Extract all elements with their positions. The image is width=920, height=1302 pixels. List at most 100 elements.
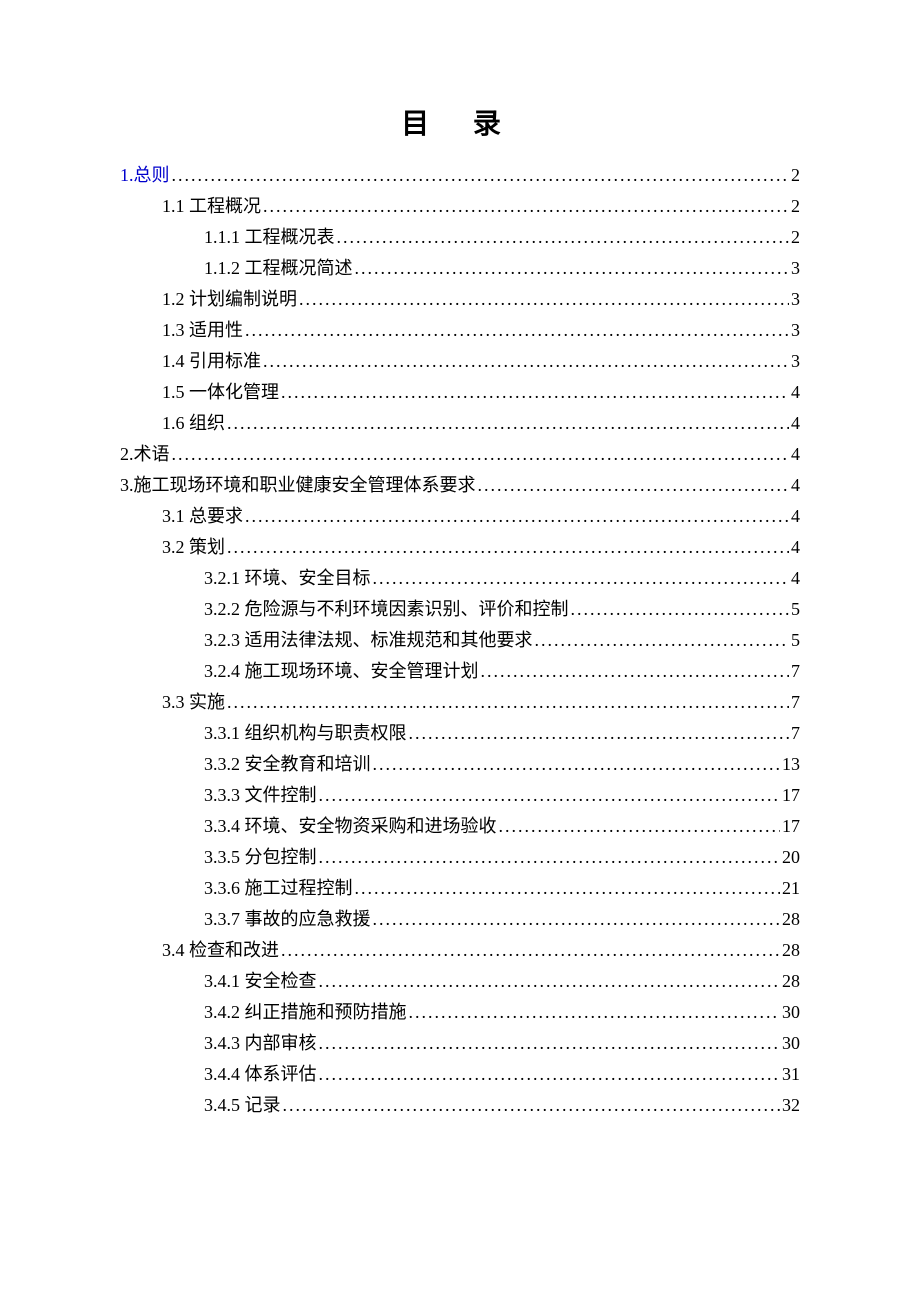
toc-entry-label: 3.4.5 记录: [204, 1096, 281, 1114]
toc-leader-dots: [245, 507, 789, 525]
toc-entry[interactable]: 3.4 检查和改进28: [120, 941, 800, 959]
toc-entry-page: 4: [791, 507, 800, 525]
toc-entry[interactable]: 1.1.2 工程概况简述3: [120, 259, 800, 277]
toc-entry[interactable]: 1.2 计划编制说明 3: [120, 290, 800, 308]
toc-entry-page: 4: [791, 383, 800, 401]
toc-entry-label: 3.2.1 环境、安全目标: [204, 569, 371, 587]
toc-entry[interactable]: 3.3.2 安全教育和培训 13: [120, 755, 800, 773]
toc-entry[interactable]: 3.3.4 环境、安全物资采购和进场验收 17: [120, 817, 800, 835]
toc-entry-label: 1.4 引用标准: [162, 352, 261, 370]
toc-entry[interactable]: 1.5 一体化管理4: [120, 383, 800, 401]
toc-entry[interactable]: 1.6 组织4: [120, 414, 800, 432]
toc-entry-page: 30: [782, 1003, 800, 1021]
toc-entry-page: 30: [782, 1034, 800, 1052]
toc-entry[interactable]: 3.4.2 纠正措施和预防措施30: [120, 1003, 800, 1021]
toc-entry[interactable]: 3.2.3 适用法律法规、标准规范和其他要求5: [120, 631, 800, 649]
toc-entry[interactable]: 1.1 工程概况2: [120, 197, 800, 215]
toc-entry-page: 5: [791, 600, 800, 618]
toc-entry-label: 3.1 总要求: [162, 507, 243, 525]
toc-entry-label: 3.4.3 内部审核: [204, 1034, 317, 1052]
toc-leader-dots: [281, 383, 789, 401]
toc-leader-dots: [263, 197, 789, 215]
toc-leader-dots: [373, 910, 781, 928]
toc-entry-page: 28: [782, 972, 800, 990]
toc-entry-page: 4: [791, 414, 800, 432]
toc-entry[interactable]: 3.3.6 施工过程控制 21: [120, 879, 800, 897]
toc-entry[interactable]: 3.施工现场环境和职业健康安全管理体系要求4: [120, 476, 800, 494]
toc-entry-label: 3.4 检查和改进: [162, 941, 279, 959]
toc-entry[interactable]: 3.3.1 组织机构与职责权限7: [120, 724, 800, 742]
toc-leader-dots: [319, 1065, 781, 1083]
toc-entry[interactable]: 1.3 适用性3: [120, 321, 800, 339]
toc-leader-dots: [283, 1096, 781, 1114]
toc-entry-label: 3.4.4 体系评估: [204, 1065, 317, 1083]
toc-entry-label: 1.1.1 工程概况表: [204, 228, 335, 246]
toc-entry[interactable]: 3.4.5 记录32: [120, 1096, 800, 1114]
toc-entry[interactable]: 3.2.4 施工现场环境、安全管理计划7: [120, 662, 800, 680]
toc-entry-label: 1.2 计划编制说明: [162, 290, 297, 308]
toc-entry-page: 31: [782, 1065, 800, 1083]
toc-entry[interactable]: 1.总则 2: [120, 166, 800, 184]
toc-leader-dots: [409, 1003, 781, 1021]
toc-entry-label: 3.施工现场环境和职业健康安全管理体系要求: [120, 476, 476, 494]
toc-entry[interactable]: 3.3.5 分包控制 20: [120, 848, 800, 866]
toc-leader-dots: [172, 166, 790, 184]
toc-entry[interactable]: 1.1.1 工程概况表 2: [120, 228, 800, 246]
toc-entry[interactable]: 3.1 总要求 4: [120, 507, 800, 525]
toc-entry-label: 2.术语: [120, 445, 170, 463]
toc-leader-dots: [571, 600, 790, 618]
toc-leader-dots: [227, 693, 789, 711]
toc-leader-dots: [499, 817, 781, 835]
toc-leader-dots: [481, 662, 790, 680]
toc-entry[interactable]: 3.2.1 环境、安全目标4: [120, 569, 800, 587]
toc-entry-label: 3.3 实施: [162, 693, 225, 711]
toc-entry[interactable]: 3.2.2 危险源与不利环境因素识别、评价和控制 5: [120, 600, 800, 618]
toc-leader-dots: [299, 290, 789, 308]
toc-entry[interactable]: 3.2 策划 4: [120, 538, 800, 556]
toc-leader-dots: [535, 631, 790, 649]
toc-entry-page: 21: [782, 879, 800, 897]
toc-leader-dots: [409, 724, 790, 742]
toc-entry-label: 3.3.7 事故的应急救援: [204, 910, 371, 928]
toc-entry-page: 17: [782, 786, 800, 804]
toc-entry[interactable]: 3.4.4 体系评估 31: [120, 1065, 800, 1083]
toc-entry-page: 7: [791, 693, 800, 711]
toc-entry-page: 4: [791, 538, 800, 556]
toc-entry-label: 3.3.2 安全教育和培训: [204, 755, 371, 773]
document-page: 目 录 1.总则21.1 工程概况21.1.1 工程概况表21.1.2 工程概况…: [0, 0, 920, 1187]
toc-leader-dots: [373, 569, 790, 587]
toc-entry-label: 3.3.5 分包控制: [204, 848, 317, 866]
toc-entry[interactable]: 3.3.3 文件控制 17: [120, 786, 800, 804]
toc-entry-page: 4: [791, 445, 800, 463]
toc-entry-label: 3.2.2 危险源与不利环境因素识别、评价和控制: [204, 600, 569, 618]
toc-entry-page: 2: [791, 166, 800, 184]
toc-entry-label: 3.4.1 安全检查: [204, 972, 317, 990]
toc-entry[interactable]: 2.术语 4: [120, 445, 800, 463]
toc-entry-label: 3.2 策划: [162, 538, 225, 556]
toc-entry-page: 20: [782, 848, 800, 866]
toc-entry-page: 17: [782, 817, 800, 835]
toc-leader-dots: [227, 538, 789, 556]
toc-entry-label: 3.3.4 环境、安全物资采购和进场验收: [204, 817, 497, 835]
toc-entry-page: 3: [791, 290, 800, 308]
toc-leader-dots: [319, 786, 781, 804]
toc-leader-dots: [263, 352, 789, 370]
toc-entry-page: 3: [791, 321, 800, 339]
toc-entry-page: 13: [782, 755, 800, 773]
toc-entry-page: 2: [791, 228, 800, 246]
toc-entry-label: 3.3.3 文件控制: [204, 786, 317, 804]
toc-entry-page: 3: [791, 259, 800, 277]
toc-entry-label: 1.总则: [120, 166, 170, 184]
toc-leader-dots: [355, 879, 781, 897]
toc-entry[interactable]: 3.4.1 安全检查 28: [120, 972, 800, 990]
toc-entry-page: 28: [782, 910, 800, 928]
toc-entry[interactable]: 3.3 实施 7: [120, 693, 800, 711]
toc-entry[interactable]: 3.4.3 内部审核 30: [120, 1034, 800, 1052]
toc-entry-page: 7: [791, 662, 800, 680]
toc-entry-label: 3.3.6 施工过程控制: [204, 879, 353, 897]
toc-entry-page: 3: [791, 352, 800, 370]
toc-entry[interactable]: 3.3.7 事故的应急救援 28: [120, 910, 800, 928]
toc-entry[interactable]: 1.4 引用标准 3: [120, 352, 800, 370]
toc-leader-dots: [373, 755, 781, 773]
toc-leader-dots: [281, 941, 780, 959]
